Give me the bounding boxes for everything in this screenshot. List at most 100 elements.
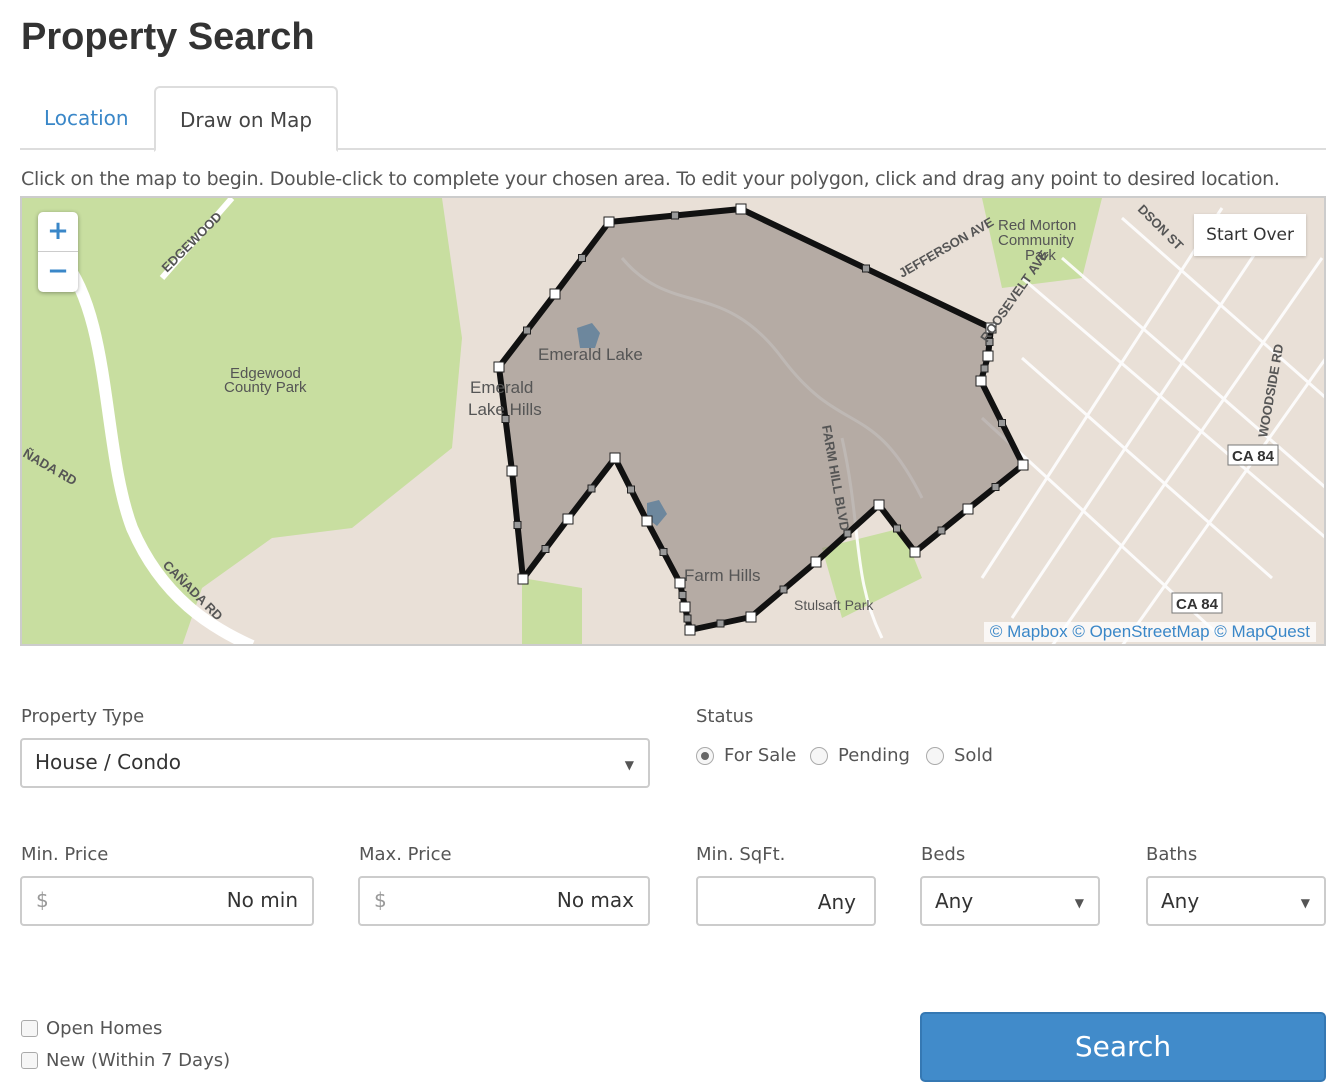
map-canvas[interactable]: Edgewood County Park Emerald Lake Emeral…	[22, 198, 1326, 646]
polygon-midpoint-handle[interactable]	[862, 264, 870, 273]
zoom-out-button[interactable]: −	[38, 252, 78, 292]
polygon-vertex-handle[interactable]	[745, 611, 757, 623]
max-price-input[interactable]: $ No max	[358, 876, 650, 926]
polygon-vertex-handle[interactable]	[562, 513, 574, 525]
caret-down-icon: ▼	[1300, 896, 1310, 910]
polygon-vertex-handle[interactable]	[810, 556, 822, 568]
polygon-vertex-handle[interactable]	[975, 375, 987, 387]
status-sold-radio[interactable]: Sold	[926, 745, 993, 766]
status-label: Status	[696, 706, 754, 727]
checkbox-icon[interactable]	[21, 1052, 38, 1069]
min-sqft-input[interactable]: Any	[696, 876, 876, 926]
beds-label: Beds	[921, 844, 966, 865]
map-label: County Park	[224, 379, 307, 396]
radio-label: Pending	[838, 745, 910, 766]
radio-icon[interactable]	[926, 746, 944, 765]
polygon-midpoint-handle[interactable]	[998, 419, 1006, 427]
property-type-value: House / Condo	[35, 750, 181, 774]
polygon-midpoint-handle[interactable]	[683, 614, 692, 623]
start-over-button[interactable]: Start Over	[1194, 214, 1306, 256]
status-pending-radio[interactable]: Pending	[810, 745, 910, 766]
zoom-in-button[interactable]: +	[38, 212, 78, 252]
polygon-midpoint-handle[interactable]	[541, 545, 550, 553]
park-area	[522, 578, 582, 644]
min-price-label: Min. Price	[21, 844, 109, 865]
tab-draw-on-map[interactable]: Draw on Map	[154, 86, 339, 152]
map-label: Stulsaft Park	[794, 597, 874, 613]
polygon-vertex-handle[interactable]	[873, 499, 885, 511]
caret-down-icon: ▼	[624, 758, 634, 772]
polygon-midpoint-handle[interactable]	[523, 326, 531, 335]
polygon-vertex-handle[interactable]	[506, 465, 518, 477]
dollar-prefix: $	[36, 888, 49, 912]
polygon-vertex-handle[interactable]	[684, 624, 696, 636]
polygon-midpoint-handle[interactable]	[587, 484, 596, 493]
map-label: Lake Hills	[468, 400, 542, 419]
polygon-midpoint-handle[interactable]	[779, 585, 788, 594]
search-button[interactable]: Search	[920, 1012, 1326, 1082]
map-label: DSON ST	[1135, 202, 1187, 254]
radio-label: For Sale	[724, 745, 797, 766]
min-price-placeholder: No min	[226, 888, 298, 912]
polygon-vertex-handle[interactable]	[679, 601, 691, 613]
map-label: Farm Hills	[684, 566, 761, 585]
polygon-midpoint-handle[interactable]	[843, 529, 852, 538]
tab-location[interactable]: Location	[20, 86, 153, 150]
baths-value: Any	[1161, 889, 1200, 913]
beds-value: Any	[935, 889, 974, 913]
polygon-midpoint-handle[interactable]	[671, 211, 679, 220]
baths-select[interactable]: Any ▼	[1146, 876, 1326, 926]
property-type-label: Property Type	[21, 706, 145, 727]
min-sqft-placeholder: Any	[817, 890, 856, 914]
polygon-vertex-handle[interactable]	[603, 216, 615, 228]
page-title: Property Search	[21, 16, 315, 58]
polygon-midpoint-handle[interactable]	[980, 364, 989, 373]
map[interactable]: Edgewood County Park Emerald Lake Emeral…	[20, 196, 1326, 646]
highway-shield: CA 84	[1176, 596, 1219, 613]
dollar-prefix: $	[374, 888, 387, 912]
park-area	[22, 198, 462, 644]
polygon-midpoint-handle[interactable]	[893, 524, 901, 533]
map-label: WOODSIDE RD	[1255, 343, 1286, 439]
polygon-midpoint-handle[interactable]	[627, 485, 635, 494]
polygon-midpoint-handle[interactable]	[678, 591, 687, 599]
caret-down-icon: ▼	[1074, 896, 1084, 910]
tab-bar: Location Draw on Map	[20, 86, 1326, 152]
polygon-midpoint-handle[interactable]	[716, 619, 725, 628]
zoom-control: + −	[38, 212, 78, 292]
polygon-vertex-handle[interactable]	[609, 452, 621, 464]
polygon-midpoint-handle[interactable]	[578, 254, 586, 262]
polygon-midpoint-handle[interactable]	[659, 548, 668, 556]
polygon-vertex-handle[interactable]	[735, 203, 747, 215]
baths-label: Baths	[1146, 844, 1198, 865]
max-price-placeholder: No max	[556, 888, 634, 912]
polygon-vertex-handle[interactable]	[549, 288, 561, 300]
radio-icon[interactable]	[696, 746, 714, 765]
open-homes-checkbox[interactable]: Open Homes	[21, 1018, 162, 1039]
map-label: Emerald	[470, 378, 533, 397]
checkbox-label: Open Homes	[46, 1018, 163, 1039]
status-for-sale-radio[interactable]: For Sale	[696, 745, 796, 766]
polygon-vertex-handle[interactable]	[517, 573, 529, 585]
polygon-midpoint-handle[interactable]	[937, 526, 946, 535]
polygon-vertex-handle[interactable]	[1017, 459, 1029, 471]
min-sqft-label: Min. SqFt.	[696, 844, 786, 865]
drawn-polygon	[496, 206, 1026, 633]
checkbox-label: New (Within 7 Days)	[46, 1050, 231, 1071]
polygon-vertex-handle[interactable]	[493, 361, 505, 373]
checkbox-icon[interactable]	[21, 1020, 38, 1037]
polygon-vertex-handle[interactable]	[962, 503, 974, 515]
beds-select[interactable]: Any ▼	[920, 876, 1100, 926]
max-price-label: Max. Price	[359, 844, 452, 865]
polygon-midpoint-handle[interactable]	[513, 521, 522, 529]
map-attribution[interactable]: © Mapbox © OpenStreetMap © MapQuest	[983, 622, 1316, 642]
min-price-input[interactable]: $ No min	[20, 876, 314, 926]
polygon-vertex-handle[interactable]	[641, 515, 653, 527]
polygon-midpoint-handle[interactable]	[991, 483, 1000, 491]
property-type-select[interactable]: House / Condo ▼	[20, 738, 650, 788]
map-instructions: Click on the map to begin. Double-click …	[21, 168, 1280, 190]
new-listings-checkbox[interactable]: New (Within 7 Days)	[21, 1050, 230, 1071]
polygon-vertex-handle[interactable]	[982, 350, 994, 362]
polygon-vertex-handle[interactable]	[909, 546, 921, 558]
radio-icon[interactable]	[810, 746, 828, 765]
